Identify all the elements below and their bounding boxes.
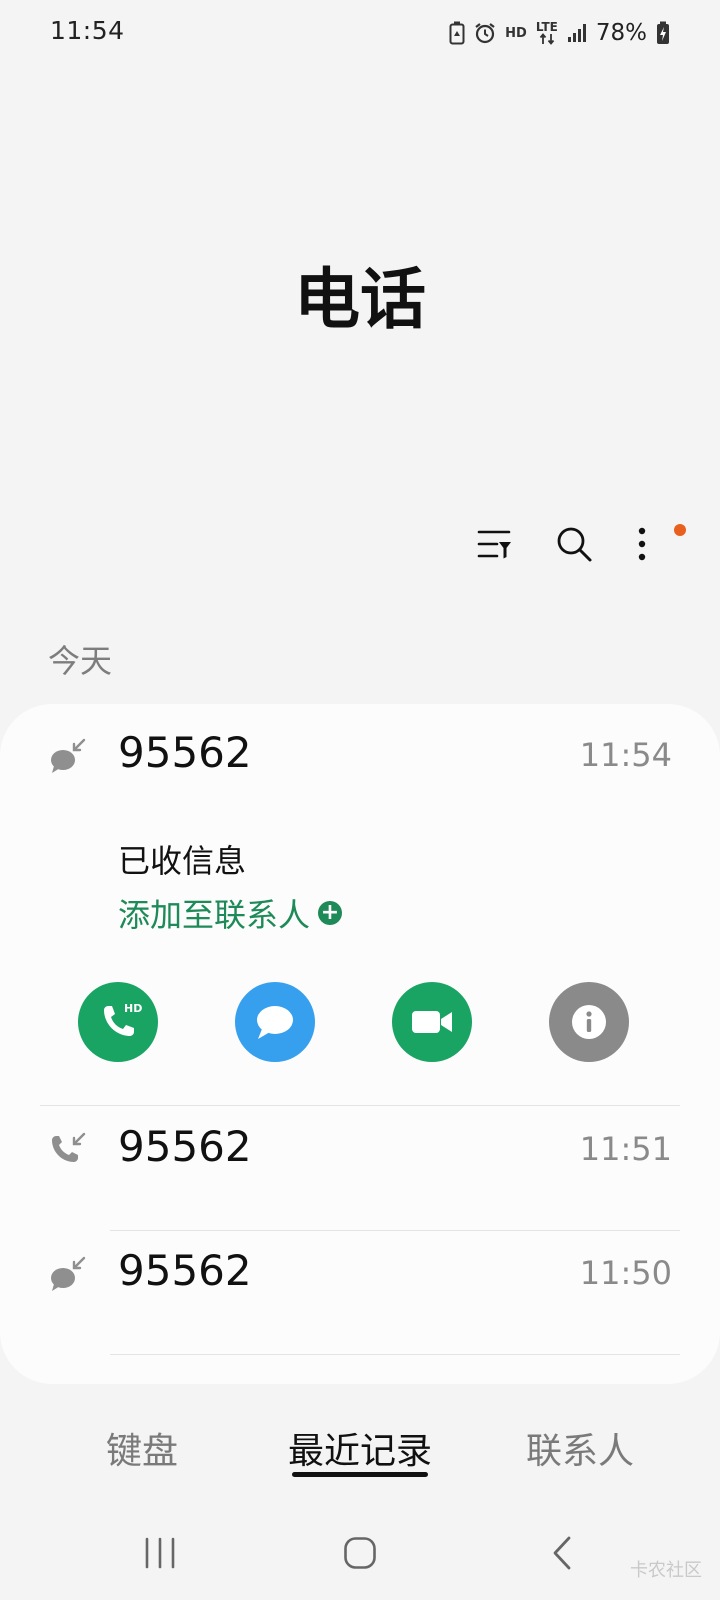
call-status-text: 已收信息 <box>118 842 247 880</box>
phone-app-screen: 11:54 HD LTE 78% 电话 今天 95562 11:54 已收信息 … <box>0 0 720 1600</box>
status-bar: 11:54 HD LTE 78% <box>0 0 720 66</box>
filter-button[interactable] <box>466 516 522 572</box>
call-number: 95562 <box>118 1122 252 1171</box>
divider <box>110 1354 680 1355</box>
more-options-icon <box>638 527 646 561</box>
back-icon <box>553 1536 571 1570</box>
tab-recents[interactable]: 最近记录 <box>284 1422 436 1474</box>
search-button[interactable] <box>546 516 602 572</box>
notification-dot <box>674 524 686 536</box>
search-icon <box>557 527 592 562</box>
call-number: 95562 <box>118 1246 252 1295</box>
page-title: 电话 <box>294 261 426 338</box>
recent-calls-list: 95562 11:54 已收信息 添加至联系人 + HD 95562 11:51… <box>0 704 720 1384</box>
section-header-today: 今天 <box>48 642 113 680</box>
alarm-icon <box>474 22 496 44</box>
lte-label: LTE <box>535 20 558 34</box>
lte-data-icon: LTE <box>536 21 558 45</box>
tab-contacts[interactable]: 联系人 <box>520 1422 640 1474</box>
call-log-item-expanded[interactable]: 95562 11:54 已收信息 添加至联系人 + HD <box>0 704 720 1084</box>
call-number: 95562 <box>118 728 252 777</box>
call-log-item[interactable]: 95562 11:51 <box>0 1086 720 1206</box>
call-time: 11:50 <box>579 1254 672 1292</box>
details-button[interactable] <box>549 982 629 1062</box>
message-button[interactable] <box>235 982 315 1062</box>
status-icons: HD LTE 78% <box>449 16 670 50</box>
video-call-button[interactable] <box>392 982 472 1062</box>
tab-keypad[interactable]: 键盘 <box>92 1422 192 1474</box>
video-camera-icon <box>412 1011 452 1033</box>
call-log-item[interactable]: 95562 11:50 <box>0 1210 720 1330</box>
add-to-contacts-link[interactable]: 添加至联系人 + <box>118 890 343 936</box>
hd-call-button[interactable]: HD <box>78 982 158 1062</box>
filter-icon <box>477 530 511 559</box>
info-icon <box>572 1005 606 1039</box>
hd-voice-icon: HD <box>505 25 527 41</box>
back-button[interactable] <box>532 1528 592 1578</box>
active-tab-indicator <box>292 1472 428 1477</box>
add-to-contacts-label: 添加至联系人 <box>118 896 311 934</box>
chat-bubble-icon <box>257 1006 293 1039</box>
message-received-icon <box>51 738 86 773</box>
home-icon <box>344 1537 376 1569</box>
message-received-icon <box>51 1256 86 1291</box>
call-time: 11:51 <box>579 1130 672 1168</box>
signal-icon <box>567 23 587 43</box>
recent-apps-icon <box>145 1537 175 1569</box>
battery-percent: 78% <box>595 20 647 46</box>
hd-badge: HD <box>124 1002 142 1015</box>
recent-apps-button[interactable] <box>130 1528 190 1578</box>
status-time: 11:54 <box>50 16 125 45</box>
watermark: 卡农社区 <box>630 1560 702 1581</box>
plus-icon: + <box>318 901 343 925</box>
battery-saver-icon <box>449 21 465 45</box>
battery-charging-icon <box>656 21 670 45</box>
incoming-call-icon <box>52 1132 86 1162</box>
phone-hd-icon: HD <box>104 1002 142 1036</box>
home-button[interactable] <box>330 1528 390 1578</box>
call-time: 11:54 <box>579 736 672 774</box>
more-options-button[interactable] <box>614 516 670 572</box>
